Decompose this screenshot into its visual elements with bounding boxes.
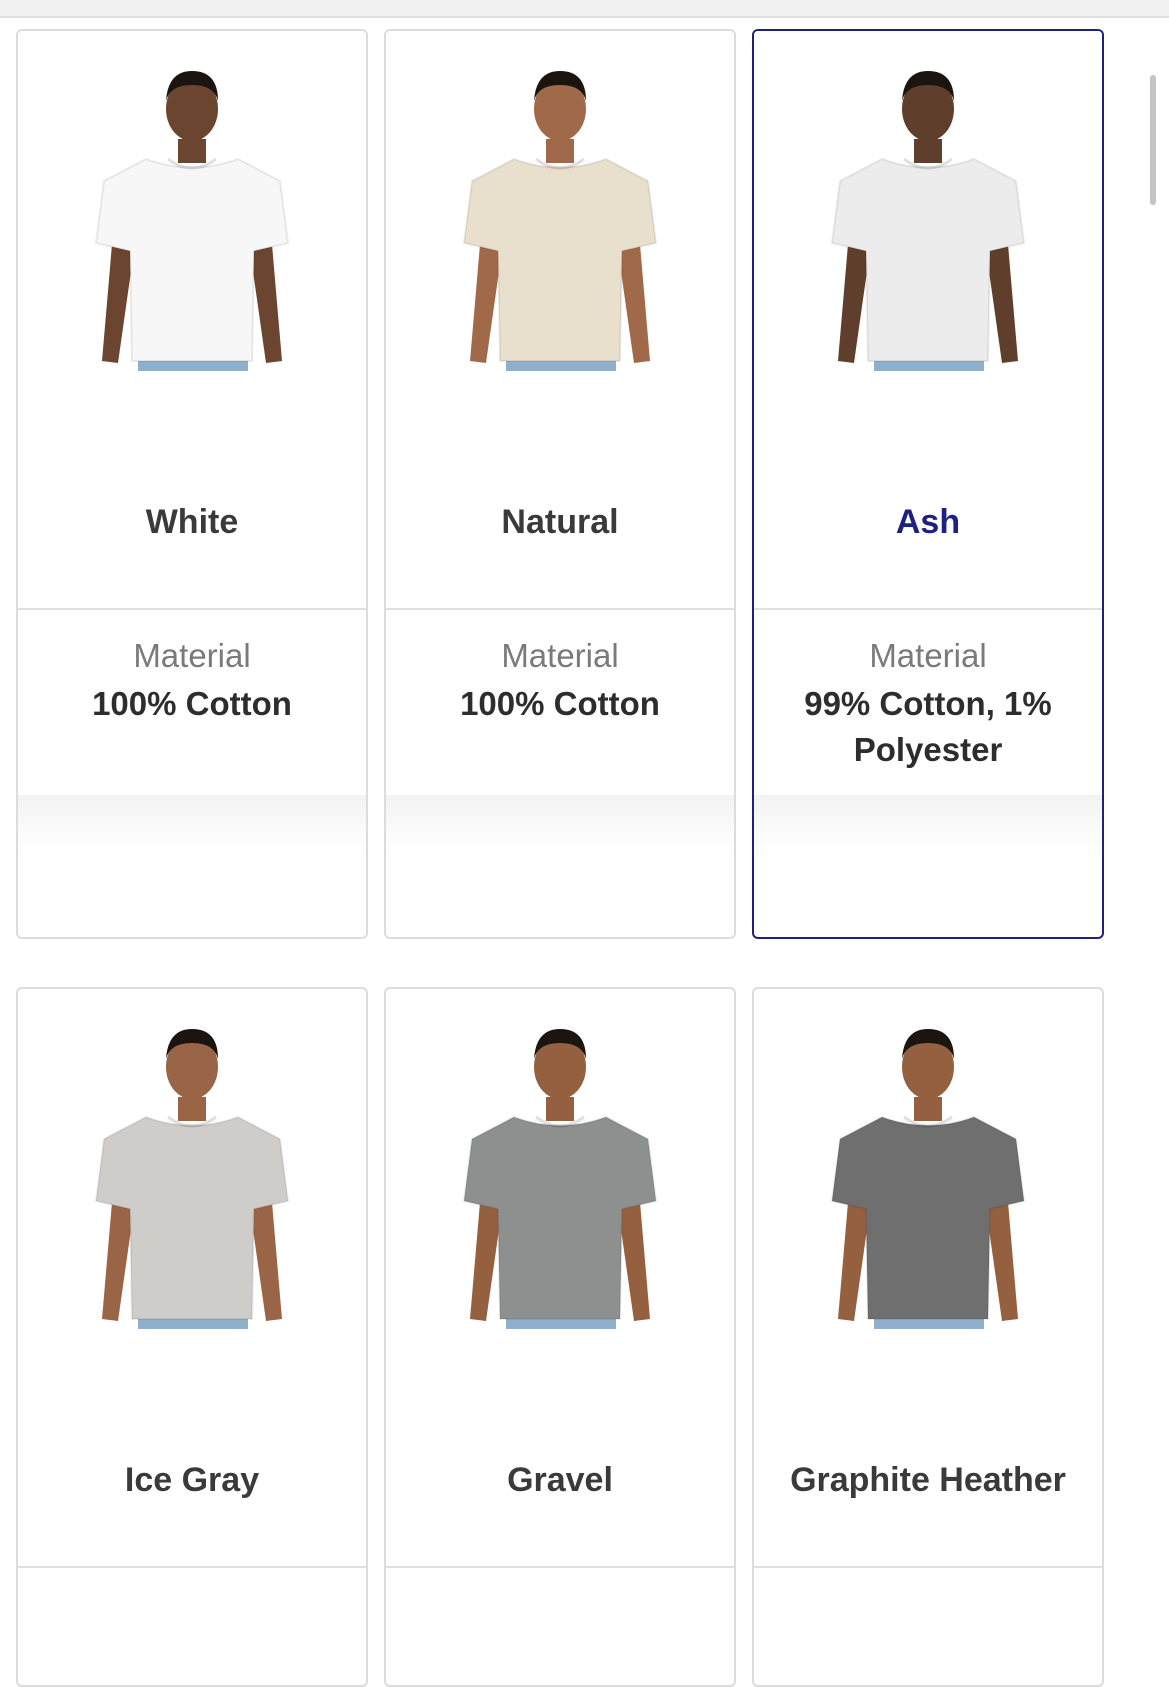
- neck: [546, 1097, 574, 1121]
- neck: [914, 139, 942, 163]
- neck: [914, 1097, 942, 1121]
- card-divider: [386, 1566, 734, 1568]
- neck: [178, 139, 206, 163]
- model-illustration: [830, 1029, 1026, 1329]
- product-color-card-gravel[interactable]: Gravel: [384, 987, 736, 1687]
- model-illustration: [94, 1029, 290, 1329]
- browser-top-edge: [0, 0, 1169, 18]
- product-color-card-graphite-heather[interactable]: Graphite Heather: [752, 987, 1104, 1687]
- card-divider: [754, 1566, 1102, 1568]
- model-illustration: [94, 71, 290, 371]
- color-name: Ash: [895, 503, 961, 541]
- card-divider: [18, 1566, 366, 1568]
- product-color-card-ash[interactable]: Ash Material 99% Cotton, 1% Polyester: [752, 29, 1104, 939]
- card-divider: [18, 608, 366, 610]
- model-illustration: [830, 71, 1026, 371]
- product-photo: [386, 989, 734, 1389]
- color-name: Graphite Heather: [790, 1461, 1066, 1499]
- material-label: Material: [869, 637, 987, 674]
- material-label: Material: [133, 637, 251, 674]
- model-illustration: [462, 71, 658, 371]
- product-photo: [18, 989, 366, 1389]
- product-color-card-ice-gray[interactable]: Ice Gray: [16, 987, 368, 1687]
- material-value: 100% Cotton: [92, 685, 292, 722]
- color-name: Natural: [501, 503, 619, 541]
- product-photo: [754, 31, 1102, 431]
- card-divider: [386, 608, 734, 610]
- card-divider: [754, 608, 1102, 610]
- card-footer: [386, 795, 734, 935]
- color-name: Gravel: [507, 1461, 613, 1499]
- material-value: 99% Cotton, 1% Polyester: [804, 685, 1052, 768]
- material-value: 100% Cotton: [460, 685, 660, 722]
- product-photo: [754, 989, 1102, 1389]
- product-color-card-white[interactable]: White Material 100% Cotton: [16, 29, 368, 939]
- material-label: Material: [501, 637, 619, 674]
- card-footer: [754, 795, 1102, 935]
- color-name: White: [145, 503, 239, 541]
- product-photo: [386, 31, 734, 431]
- neck: [546, 139, 574, 163]
- card-footer: [18, 795, 366, 935]
- model-illustration: [462, 1029, 658, 1329]
- scrollbar-thumb[interactable]: [1150, 75, 1156, 205]
- neck: [178, 1097, 206, 1121]
- product-color-card-natural[interactable]: Natural Material 100% Cotton: [384, 29, 736, 939]
- product-photo: [18, 31, 366, 431]
- color-name: Ice Gray: [124, 1461, 260, 1499]
